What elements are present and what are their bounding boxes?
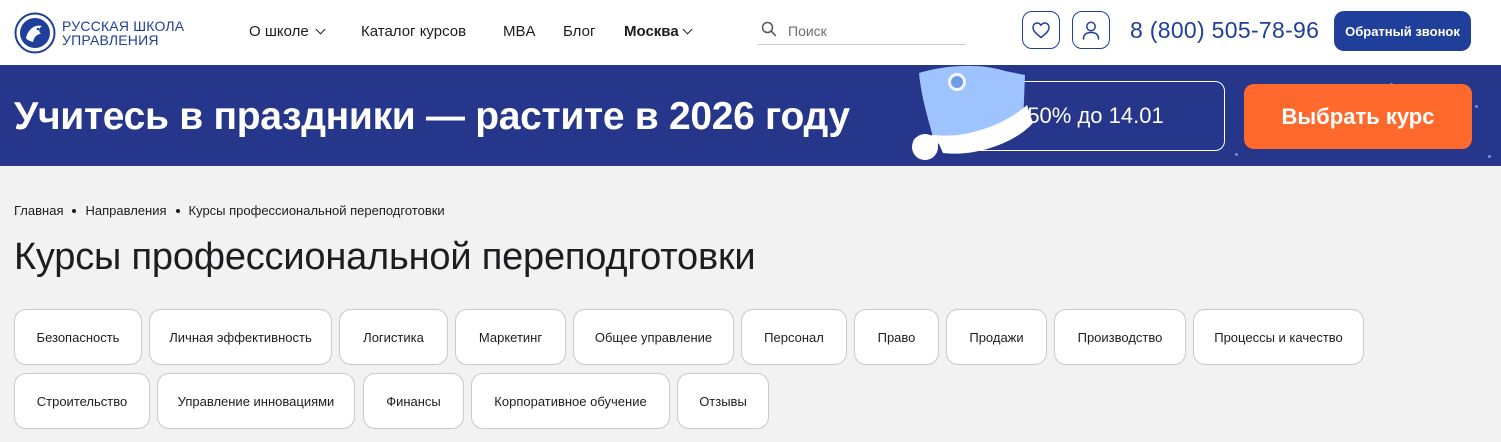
banner-title: Учитесь в праздники — растите в 2026 год… — [14, 95, 850, 138]
logo[interactable]: РУССКАЯ ШКОЛА УПРАВЛЕНИЯ — [14, 12, 202, 54]
chevron-down-icon — [682, 24, 693, 35]
category-chip[interactable]: Безопасность — [14, 309, 142, 365]
city-selector[interactable]: Москва — [624, 23, 693, 40]
nav-catalog[interactable]: Каталог курсов — [361, 23, 466, 40]
search-box — [758, 16, 966, 45]
category-chip[interactable]: Управление инновациями — [157, 373, 355, 429]
search-input[interactable] — [786, 19, 960, 43]
breadcrumb-separator — [175, 208, 180, 213]
category-chip[interactable]: Общее управление — [573, 309, 734, 365]
logo-emblem-icon — [14, 12, 56, 54]
nav-mba[interactable]: MBA — [503, 23, 536, 40]
heart-icon — [1032, 21, 1050, 38]
logo-text-line1: РУССКАЯ ШКОЛА — [62, 18, 185, 34]
breadcrumb-home[interactable]: Главная — [14, 203, 63, 218]
breadcrumb-separator — [72, 208, 77, 213]
category-chip[interactable]: Логистика — [339, 309, 448, 365]
category-chip[interactable]: Маркетинг — [455, 309, 566, 365]
category-chip[interactable]: Право — [854, 309, 939, 365]
category-chip[interactable]: Производство — [1054, 309, 1186, 365]
logo-text-line2: УПРАВЛЕНИЯ — [62, 32, 159, 48]
user-icon — [1082, 21, 1100, 40]
city-label: Москва — [624, 23, 679, 40]
nav-about[interactable]: О школе — [249, 23, 326, 40]
category-chip[interactable]: Финансы — [363, 373, 464, 429]
nav-blog[interactable]: Блог — [563, 23, 595, 40]
search-icon[interactable] — [761, 21, 777, 37]
page-title: Курсы профессиональной переподготовки — [14, 236, 756, 278]
chevron-down-icon — [315, 24, 326, 35]
category-chip[interactable]: Отзывы — [677, 373, 769, 429]
choose-course-button[interactable]: Выбрать курс — [1244, 84, 1472, 149]
category-chip[interactable]: Личная эффективность — [149, 309, 332, 365]
category-chip[interactable]: Персонал — [741, 309, 847, 365]
promo-banner[interactable]: Учитесь в праздники — растите в 2026 год… — [0, 65, 1501, 166]
callback-button[interactable]: Обратный звонок — [1334, 11, 1471, 51]
logo-text: РУССКАЯ ШКОЛА УПРАВЛЕНИЯ — [62, 19, 202, 47]
site-header: РУССКАЯ ШКОЛА УПРАВЛЕНИЯ О школе Каталог… — [0, 0, 1501, 65]
nav-about-label: О школе — [249, 23, 309, 40]
favorites-button[interactable] — [1022, 11, 1060, 49]
category-chip[interactable]: Корпоративное обучение — [471, 373, 670, 429]
category-chip[interactable]: Процессы и качество — [1193, 309, 1364, 365]
snowflake — [1475, 105, 1478, 108]
phone-number[interactable]: 8 (800) 505-78-96 — [1130, 17, 1319, 44]
category-chip[interactable]: Строительство — [14, 373, 150, 429]
breadcrumb-current: Курсы профессиональной переподготовки — [188, 203, 445, 218]
santa-hat-icon — [912, 65, 1033, 160]
snowflake — [1488, 155, 1491, 158]
breadcrumb: Главная Направления Курсы профессиональн… — [14, 203, 445, 218]
breadcrumb-directions[interactable]: Направления — [85, 203, 166, 218]
category-chip[interactable]: Продажи — [946, 309, 1047, 365]
snowflake — [1235, 153, 1238, 156]
account-button[interactable] — [1072, 11, 1110, 49]
